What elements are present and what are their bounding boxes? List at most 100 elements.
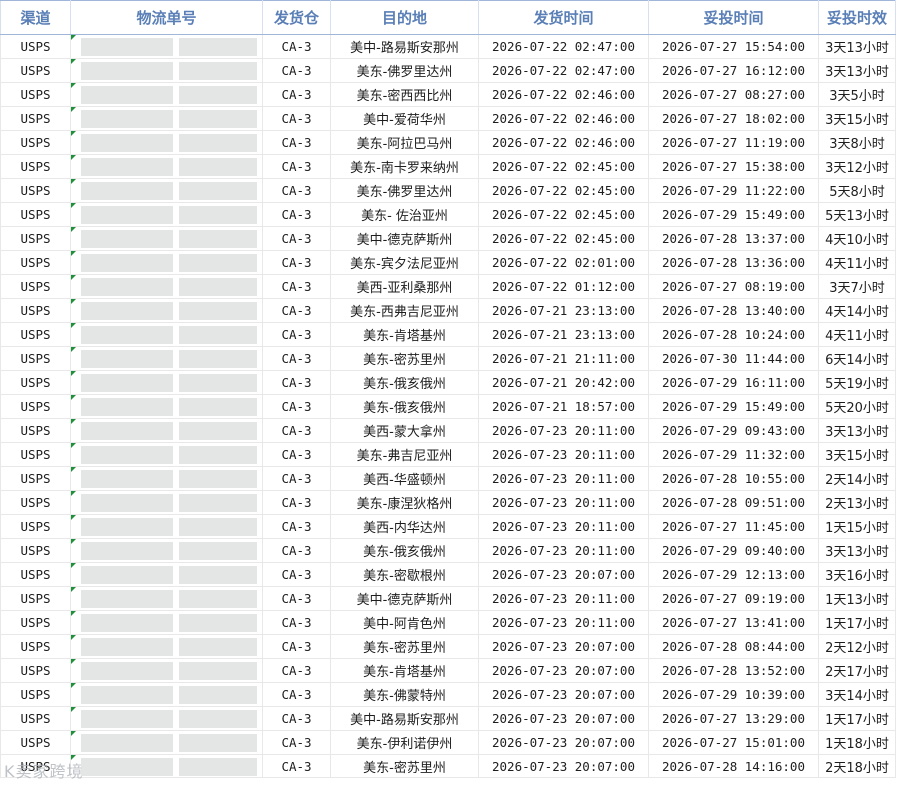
ship-time-cell[interactable]: 2026-07-21 21:11:00: [478, 346, 649, 371]
table-row[interactable]: USPS CA-3 美西-华盛顿州 2026-07-23 20:11:00 2026-0…: [0, 466, 896, 491]
tracking-no-cell[interactable]: [70, 754, 263, 778]
deliver-time-cell[interactable]: 2026-07-28 13:52:00: [648, 658, 819, 683]
deliver-time-cell[interactable]: 2026-07-28 08:44:00: [648, 634, 819, 659]
duration-cell[interactable]: 1天15小时: [818, 514, 896, 539]
table-row[interactable]: USPS CA-3 美东-佛罗里达州 2026-07-22 02:45:00 2026-…: [0, 178, 896, 203]
channel-cell[interactable]: USPS: [0, 346, 71, 371]
tracking-no-cell[interactable]: [70, 346, 263, 371]
deliver-time-cell[interactable]: 2026-07-27 11:45:00: [648, 514, 819, 539]
duration-cell[interactable]: 4天11小时: [818, 322, 896, 347]
channel-cell[interactable]: USPS: [0, 178, 71, 203]
header-warehouse[interactable]: 发货仓: [262, 0, 331, 35]
warehouse-cell[interactable]: CA-3: [262, 730, 331, 755]
destination-cell[interactable]: 美西-内华达州: [330, 514, 479, 539]
destination-cell[interactable]: 美东-俄亥俄州: [330, 538, 479, 563]
ship-time-cell[interactable]: 2026-07-21 20:42:00: [478, 370, 649, 395]
table-row[interactable]: USPS CA-3 美东-佛蒙特州 2026-07-23 20:07:00 2026-0…: [0, 682, 896, 707]
table-row[interactable]: USPS CA-3 美东-肯塔基州 2026-07-23 20:07:00 2026-0…: [0, 658, 896, 683]
ship-time-cell[interactable]: 2026-07-22 02:47:00: [478, 34, 649, 59]
tracking-no-cell[interactable]: [70, 610, 263, 635]
duration-cell[interactable]: 5天8小时: [818, 178, 896, 203]
deliver-time-cell[interactable]: 2026-07-28 13:37:00: [648, 226, 819, 251]
duration-cell[interactable]: 2天13小时: [818, 490, 896, 515]
channel-cell[interactable]: USPS: [0, 298, 71, 323]
channel-cell[interactable]: USPS: [0, 130, 71, 155]
destination-cell[interactable]: 美中-路易斯安那州: [330, 34, 479, 59]
duration-cell[interactable]: 2天17小时: [818, 658, 896, 683]
tracking-no-cell[interactable]: [70, 370, 263, 395]
channel-cell[interactable]: USPS: [0, 586, 71, 611]
ship-time-cell[interactable]: 2026-07-23 20:11:00: [478, 514, 649, 539]
tracking-no-cell[interactable]: [70, 514, 263, 539]
table-row[interactable]: USPS CA-3 美东-密西西比州 2026-07-22 02:46:00 2026-…: [0, 82, 896, 107]
duration-cell[interactable]: 3天15小时: [818, 106, 896, 131]
channel-cell[interactable]: USPS: [0, 442, 71, 467]
warehouse-cell[interactable]: CA-3: [262, 706, 331, 731]
header-destination[interactable]: 目的地: [330, 0, 479, 35]
ship-time-cell[interactable]: 2026-07-23 20:07:00: [478, 562, 649, 587]
channel-cell[interactable]: USPS: [0, 274, 71, 299]
warehouse-cell[interactable]: CA-3: [262, 178, 331, 203]
deliver-time-cell[interactable]: 2026-07-29 16:11:00: [648, 370, 819, 395]
warehouse-cell[interactable]: CA-3: [262, 490, 331, 515]
duration-cell[interactable]: 1天18小时: [818, 730, 896, 755]
destination-cell[interactable]: 美东-密苏里州: [330, 754, 479, 778]
ship-time-cell[interactable]: 2026-07-23 20:11:00: [478, 586, 649, 611]
ship-time-cell[interactable]: 2026-07-23 20:11:00: [478, 610, 649, 635]
destination-cell[interactable]: 美东-南卡罗来纳州: [330, 154, 479, 179]
tracking-no-cell[interactable]: [70, 682, 263, 707]
table-row[interactable]: USPS CA-3 美东-南卡罗来纳州 2026-07-22 02:45:00 2026…: [0, 154, 896, 179]
warehouse-cell[interactable]: CA-3: [262, 154, 331, 179]
table-row[interactable]: USPS CA-3 美中-路易斯安那州 2026-07-22 02:47:00 2026…: [0, 34, 896, 59]
ship-time-cell[interactable]: 2026-07-23 20:07:00: [478, 682, 649, 707]
table-row[interactable]: USPS CA-3 美东-密苏里州 2026-07-21 21:11:00 2026-0…: [0, 346, 896, 371]
duration-cell[interactable]: 1天13小时: [818, 586, 896, 611]
destination-cell[interactable]: 美东-佛罗里达州: [330, 58, 479, 83]
ship-time-cell[interactable]: 2026-07-23 20:11:00: [478, 418, 649, 443]
destination-cell[interactable]: 美东-肯塔基州: [330, 658, 479, 683]
destination-cell[interactable]: 美中-路易斯安那州: [330, 706, 479, 731]
channel-cell[interactable]: USPS: [0, 514, 71, 539]
deliver-time-cell[interactable]: 2026-07-27 08:27:00: [648, 82, 819, 107]
deliver-time-cell[interactable]: 2026-07-27 15:01:00: [648, 730, 819, 755]
warehouse-cell[interactable]: CA-3: [262, 562, 331, 587]
duration-cell[interactable]: 5天13小时: [818, 202, 896, 227]
ship-time-cell[interactable]: 2026-07-22 02:46:00: [478, 106, 649, 131]
destination-cell[interactable]: 美东-弗吉尼亚州: [330, 442, 479, 467]
deliver-time-cell[interactable]: 2026-07-29 10:39:00: [648, 682, 819, 707]
tracking-no-cell[interactable]: [70, 490, 263, 515]
duration-cell[interactable]: 6天14小时: [818, 346, 896, 371]
deliver-time-cell[interactable]: 2026-07-28 10:55:00: [648, 466, 819, 491]
tracking-no-cell[interactable]: [70, 706, 263, 731]
duration-cell[interactable]: 2天14小时: [818, 466, 896, 491]
deliver-time-cell[interactable]: 2026-07-27 13:41:00: [648, 610, 819, 635]
tracking-no-cell[interactable]: [70, 274, 263, 299]
deliver-time-cell[interactable]: 2026-07-29 15:49:00: [648, 202, 819, 227]
destination-cell[interactable]: 美东-伊利诺伊州: [330, 730, 479, 755]
warehouse-cell[interactable]: CA-3: [262, 226, 331, 251]
ship-time-cell[interactable]: 2026-07-23 20:11:00: [478, 538, 649, 563]
header-channel[interactable]: 渠道: [0, 0, 71, 35]
header-tracking-no[interactable]: 物流单号: [70, 0, 263, 35]
ship-time-cell[interactable]: 2026-07-22 01:12:00: [478, 274, 649, 299]
duration-cell[interactable]: 3天12小时: [818, 154, 896, 179]
destination-cell[interactable]: 美东-佛蒙特州: [330, 682, 479, 707]
table-row[interactable]: USPS CA-3 美中-德克萨斯州 2026-07-23 20:11:00 2026-…: [0, 586, 896, 611]
table-row[interactable]: USPS CA-3 美东-阿拉巴马州 2026-07-22 02:46:00 2026-…: [0, 130, 896, 155]
ship-time-cell[interactable]: 2026-07-21 23:13:00: [478, 322, 649, 347]
header-deliver-time[interactable]: 妥投时间: [648, 0, 819, 35]
warehouse-cell[interactable]: CA-3: [262, 58, 331, 83]
table-row[interactable]: USPS CA-3 美东-宾夕法尼亚州 2026-07-22 02:01:00 2026…: [0, 250, 896, 275]
duration-cell[interactable]: 3天16小时: [818, 562, 896, 587]
destination-cell[interactable]: 美中-阿肯色州: [330, 610, 479, 635]
duration-cell[interactable]: 5天19小时: [818, 370, 896, 395]
table-row[interactable]: USPS CA-3 美西-内华达州 2026-07-23 20:11:00 2026-0…: [0, 514, 896, 539]
deliver-time-cell[interactable]: 2026-07-30 11:44:00: [648, 346, 819, 371]
destination-cell[interactable]: 美东-俄亥俄州: [330, 394, 479, 419]
deliver-time-cell[interactable]: 2026-07-29 12:13:00: [648, 562, 819, 587]
ship-time-cell[interactable]: 2026-07-23 20:11:00: [478, 442, 649, 467]
warehouse-cell[interactable]: CA-3: [262, 322, 331, 347]
deliver-time-cell[interactable]: 2026-07-27 15:54:00: [648, 34, 819, 59]
table-row[interactable]: USPS CA-3 美中-路易斯安那州 2026-07-23 20:07:00 2026…: [0, 706, 896, 731]
destination-cell[interactable]: 美东-西弗吉尼亚州: [330, 298, 479, 323]
